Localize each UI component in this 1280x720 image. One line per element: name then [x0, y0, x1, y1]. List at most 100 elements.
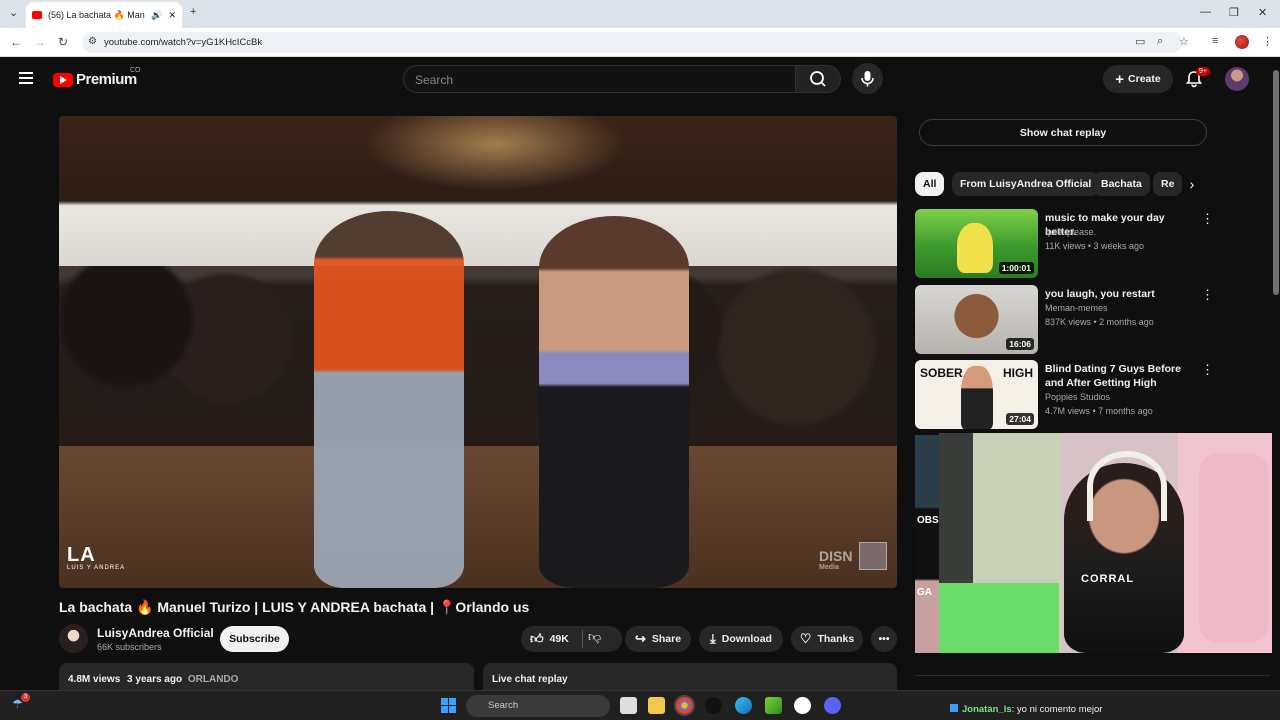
- audio-icon[interactable]: 🔊: [151, 10, 162, 21]
- logo-text: Premium: [76, 71, 137, 88]
- recommendation-item[interactable]: 1:00:01 music to make your day better. q…: [915, 209, 1214, 279]
- search-button[interactable]: [795, 65, 841, 93]
- tab-close-icon[interactable]: ✕: [168, 10, 176, 21]
- youtube-play-logo-icon: [53, 72, 73, 87]
- recommendation-thumbnails-partial[interactable]: OBS GA: [915, 435, 939, 653]
- notification-count-badge: 9+: [1196, 67, 1210, 76]
- recommendation-channel[interactable]: Meman-memes: [1045, 303, 1108, 313]
- chip-all[interactable]: All: [915, 172, 945, 196]
- location-tag[interactable]: ORLANDO: [188, 674, 239, 685]
- obs-icon[interactable]: [794, 697, 811, 714]
- recommendation-thumbnail[interactable]: 1:00:01: [915, 209, 1038, 278]
- youtube-premium-logo[interactable]: Premium CO: [53, 67, 141, 88]
- thumbnail-text-high: HIGH: [1003, 366, 1033, 380]
- url-text: youtube.com/watch?v=yG1KHcICcBk: [104, 37, 263, 48]
- country-code: CO: [130, 67, 141, 74]
- recommendation-title[interactable]: you laugh, you restart: [1045, 287, 1195, 301]
- zoom-icon[interactable]: ⌕: [1157, 35, 1163, 48]
- minimize-icon[interactable]: —: [1200, 6, 1211, 18]
- view-count: 4.8M views: [68, 674, 121, 685]
- bookmark-star-icon[interactable]: ☆: [1179, 35, 1189, 48]
- page-scrollbar[interactable]: [1272, 57, 1280, 690]
- media-queue-icon[interactable]: ≡: [1212, 35, 1218, 47]
- taskbar-search-label: Search: [488, 700, 519, 711]
- restore-icon[interactable]: ❐: [1229, 6, 1239, 19]
- thumbnail-figure: [961, 366, 993, 429]
- recommendation-channel[interactable]: quiet please.: [1045, 227, 1096, 237]
- video-corner-thumbnail: [859, 542, 887, 570]
- more-vertical-icon[interactable]: ⋮: [1201, 362, 1214, 378]
- tab-list-chevron-icon[interactable]: ⌄: [9, 6, 18, 19]
- url-field[interactable]: youtube.com/watch?v=yG1KHcICcBk: [82, 32, 1182, 53]
- close-window-icon[interactable]: ✕: [1258, 6, 1267, 19]
- menu-hamburger-icon[interactable]: [19, 72, 33, 84]
- account-avatar[interactable]: [1225, 67, 1249, 91]
- app-icon-green[interactable]: [765, 697, 782, 714]
- like-dislike-group: 👍︎ 49K: [521, 626, 622, 652]
- more-vertical-icon[interactable]: ⋮: [1201, 287, 1214, 303]
- thanks-heart-icon: ♡: [799, 631, 812, 646]
- create-button[interactable]: + Create: [1103, 65, 1173, 93]
- browser-profile-avatar[interactable]: [1235, 35, 1249, 49]
- recommendation-item[interactable]: 16:06 you laugh, you restart Meman-memes…: [915, 285, 1214, 355]
- windows-start-icon[interactable]: [441, 698, 456, 713]
- streamer-webcam-overlay: CORRAL: [939, 433, 1280, 653]
- browser-menu-icon[interactable]: ⋮: [1262, 35, 1273, 48]
- cast-icon[interactable]: ▭: [1135, 35, 1145, 48]
- chips-next-chevron-icon[interactable]: ›: [1183, 175, 1201, 193]
- show-chat-replay-button[interactable]: Show chat replay: [919, 119, 1207, 146]
- like-dislike-divider: [582, 630, 583, 648]
- new-tab-icon[interactable]: +: [190, 6, 196, 18]
- dislike-thumb-icon[interactable]: 👎︎: [588, 629, 601, 645]
- description-box[interactable]: 4.8M views 3 years ago ORLANDO: [59, 663, 474, 693]
- share-button[interactable]: ↪ Share: [625, 626, 691, 652]
- task-view-icon[interactable]: [620, 697, 637, 714]
- video-frame-dancer-male: [314, 211, 464, 588]
- reload-icon[interactable]: ↻: [58, 35, 68, 49]
- recommendation-title[interactable]: Blind Dating 7 Guys Before and After Get…: [1045, 362, 1195, 390]
- more-vertical-icon[interactable]: ⋮: [1201, 211, 1214, 227]
- chip-bachata[interactable]: Bachata: [1093, 172, 1150, 196]
- address-bar-row: ← → ↻ youtube.com/watch?v=yG1KHcICcBk ⚙ …: [0, 28, 1280, 57]
- video-frame-crowd: [59, 266, 897, 446]
- chip-from-channel[interactable]: From LuisyAndrea Official: [952, 172, 1100, 196]
- back-icon[interactable]: ←: [10, 35, 22, 49]
- webcam-green-light: [939, 583, 1059, 653]
- file-explorer-icon[interactable]: [648, 697, 665, 714]
- widgets-badge: 3: [21, 693, 30, 702]
- recommendation-thumbnail[interactable]: SOBER HIGH 27:04: [915, 360, 1038, 429]
- search-input[interactable]: Search: [403, 65, 796, 93]
- download-button[interactable]: ⤓ Download: [699, 626, 783, 652]
- app-icon-dark[interactable]: [705, 697, 722, 714]
- more-actions-button[interactable]: •••: [871, 626, 897, 652]
- site-info-icon[interactable]: ⚙: [88, 36, 97, 47]
- thanks-label: Thanks: [817, 633, 855, 645]
- related-filter-chips: All From LuisyAndrea Official Bachata Re: [915, 172, 1205, 196]
- upload-age: 3 years ago: [127, 674, 183, 685]
- recommendation-channel[interactable]: Poppies Studios: [1045, 392, 1110, 402]
- chat-platform-icon: [950, 704, 958, 712]
- recommendation-thumbnail[interactable]: 16:06: [915, 285, 1038, 354]
- thanks-button[interactable]: ♡ Thanks: [791, 626, 863, 652]
- like-count[interactable]: 49K: [550, 633, 569, 645]
- subscribe-button[interactable]: Subscribe: [220, 626, 289, 652]
- taskbar-search-box[interactable]: Search: [466, 695, 610, 717]
- discord-icon[interactable]: [824, 697, 841, 714]
- live-chat-replay-panel[interactable]: Live chat replay: [483, 663, 897, 693]
- browser-tab-active[interactable]: (56) La bachata 🔥 Manuel 🔊 ✕: [26, 2, 182, 28]
- channel-avatar[interactable]: [59, 624, 88, 653]
- forward-icon[interactable]: →: [34, 35, 46, 49]
- watermark-left-logo: LA: [67, 544, 96, 566]
- video-watermark-right: DISN Media: [819, 548, 852, 571]
- chrome-icon[interactable]: [674, 695, 695, 716]
- recommendation-item[interactable]: SOBER HIGH 27:04 Blind Dating 7 Guys Bef…: [915, 360, 1214, 430]
- chat-username: Jonatan_ls: [962, 704, 1012, 715]
- voice-search-button[interactable]: [852, 63, 883, 94]
- scrollbar-thumb[interactable]: [1273, 70, 1279, 295]
- chip-truncated[interactable]: Re: [1153, 172, 1183, 196]
- edge-icon[interactable]: [735, 697, 752, 714]
- sidebar-divider: [915, 675, 1270, 676]
- like-thumb-icon[interactable]: 👍︎: [530, 631, 544, 647]
- channel-name[interactable]: LuisyAndrea Official: [97, 626, 214, 640]
- video-player[interactable]: LA LUIS Y ANDREA DISN Media: [59, 116, 897, 588]
